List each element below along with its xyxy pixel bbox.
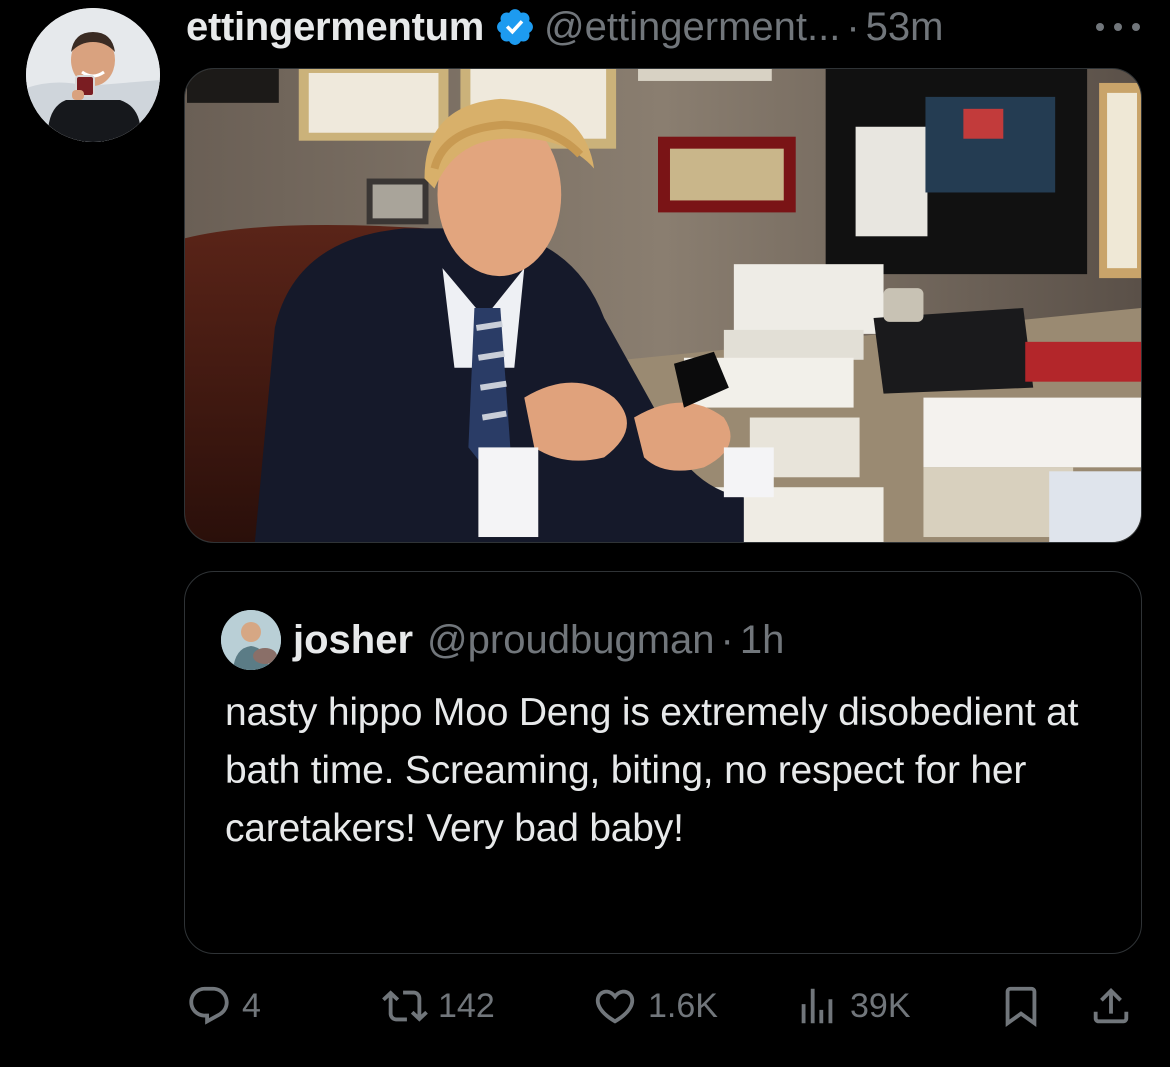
quoted-author-avatar[interactable] [221, 610, 281, 670]
verified-badge-icon [497, 9, 533, 45]
author-handle[interactable]: @ettingerment... [544, 5, 840, 50]
tweet-timestamp[interactable]: 53m [866, 5, 944, 50]
views-button[interactable]: 39K [794, 978, 911, 1034]
quoted-author-display-name[interactable]: josher [293, 618, 413, 663]
quoted-tweet-card[interactable]: josher @proudbugman · 1h nasty hippo Moo… [184, 571, 1142, 954]
like-button[interactable]: 1.6K [592, 978, 718, 1034]
reply-button[interactable]: 4 [186, 978, 261, 1034]
quoted-tweet-header: josher @proudbugman · 1h [221, 610, 784, 670]
more-horizontal-icon[interactable] [1090, 12, 1146, 42]
views-chart-icon [801, 988, 833, 1024]
bookmark-button[interactable] [998, 978, 1044, 1034]
views-count: 39K [850, 986, 911, 1025]
tweet-header: ettingermentum @ettingerment... · 53m [186, 2, 1146, 52]
reply-count: 4 [242, 986, 261, 1025]
reply-icon [189, 986, 229, 1025]
retweet-icon [382, 990, 428, 1022]
retweet-button[interactable]: 142 [382, 978, 495, 1034]
retweet-count: 142 [438, 986, 495, 1025]
heart-icon [595, 989, 635, 1024]
share-icon [1093, 987, 1129, 1024]
quoted-author-handle[interactable]: @proudbugman [427, 618, 714, 663]
author-display-name[interactable]: ettingermentum [186, 5, 484, 50]
quoted-header-separator: · [720, 617, 734, 662]
bookmark-icon [1005, 986, 1037, 1027]
tweet-photo[interactable] [184, 68, 1142, 543]
quoted-tweet-text: nasty hippo Moo Deng is extremely disobe… [225, 691, 1079, 850]
quoted-tweet-timestamp[interactable]: 1h [740, 618, 785, 663]
author-avatar[interactable] [26, 8, 160, 142]
share-button[interactable] [1088, 978, 1134, 1034]
like-count: 1.6K [648, 986, 718, 1025]
tweet-action-bar: 4 142 1.6K 39K [0, 978, 1170, 1034]
header-separator: · [846, 4, 860, 49]
